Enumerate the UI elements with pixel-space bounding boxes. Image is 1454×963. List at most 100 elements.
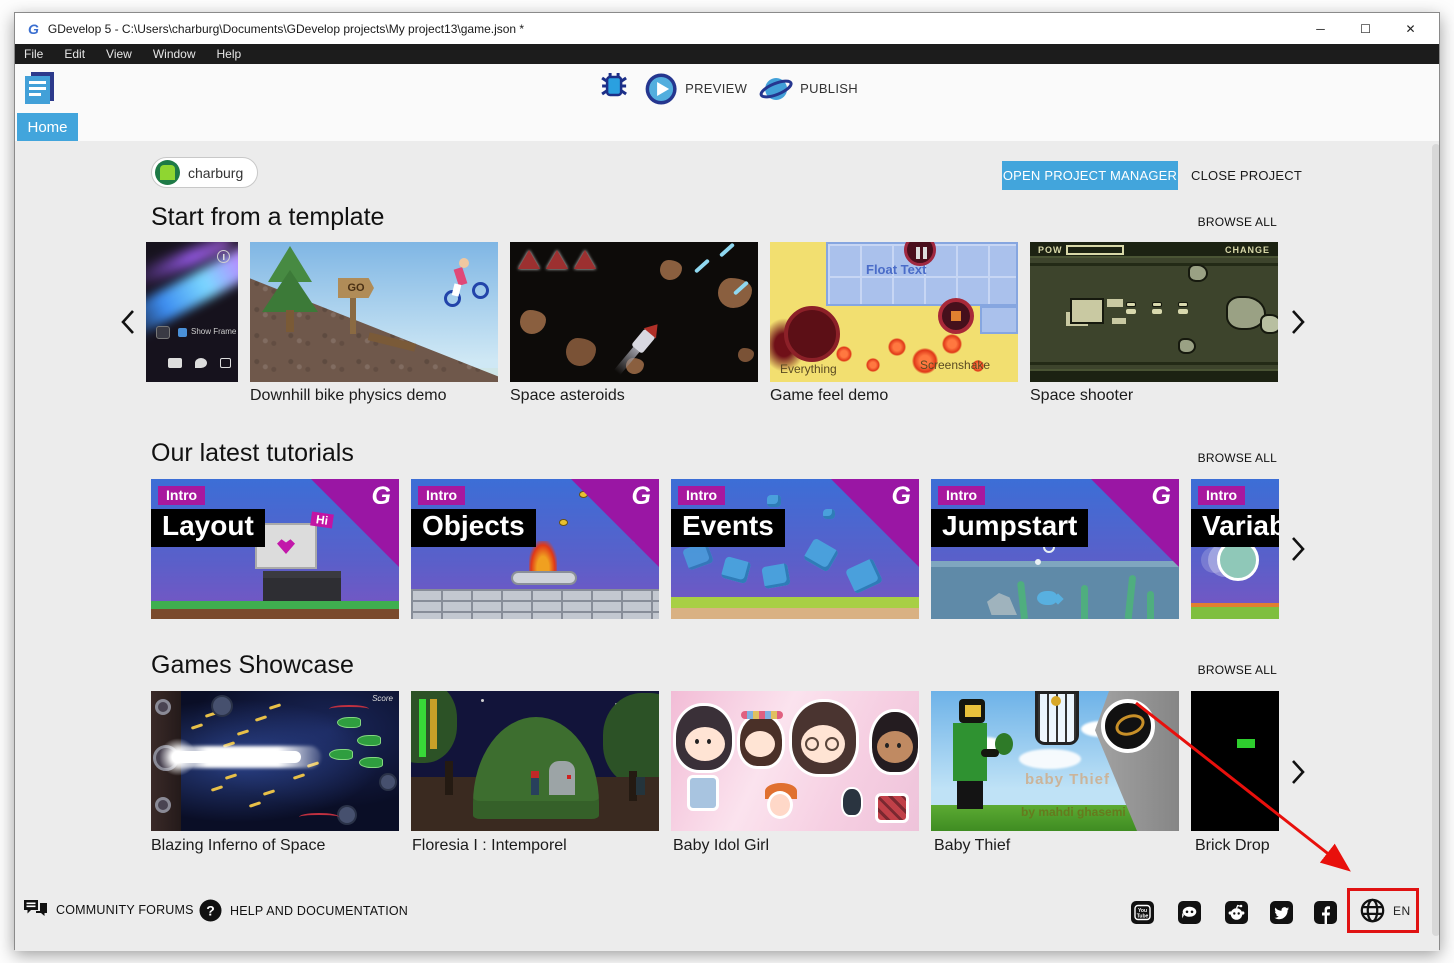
everything-label: Everything <box>780 362 837 376</box>
youtube-mini-icon[interactable] <box>168 358 182 368</box>
gdevelop-logo-letter: G <box>372 482 391 511</box>
home-page: charburg OPEN PROJECT MANAGER CLOSE PROJ… <box>15 141 1439 951</box>
toolbar: PREVIEW PUBLISH <box>15 64 1439 113</box>
penguin <box>841 787 863 817</box>
open-project-manager-button[interactable]: OPEN PROJECT MANAGER <box>1002 161 1178 190</box>
card-caption: Game feel demo <box>770 387 888 405</box>
score-hud-label: Score <box>372 694 393 703</box>
screenshake-label: Screenshake <box>920 358 990 372</box>
chevron-right-icon[interactable] <box>1291 309 1306 340</box>
menu-bar: File Edit View Window Help <box>15 44 1439 64</box>
question-icon: ? <box>199 899 222 922</box>
app-window: G GDevelop 5 - C:\Users\charburg\Documen… <box>14 12 1440 950</box>
template-card-partial[interactable]: Show Frame <box>146 242 238 382</box>
window-title: GDevelop 5 - C:\Users\charburg\Documents… <box>48 22 524 36</box>
community-forums-button[interactable]: COMMUNITY FORUMS <box>23 899 194 921</box>
discord-icon[interactable] <box>1178 901 1201 929</box>
tab-bar: Home <box>15 113 1439 141</box>
card-caption: Blazing Inferno of Space <box>151 837 325 855</box>
menu-edit[interactable]: Edit <box>64 47 85 61</box>
showcase-card-baby-idol[interactable] <box>671 691 919 831</box>
tutorial-card-layout[interactable]: Intro Layout G Hi <box>151 479 399 619</box>
maximize-icon[interactable]: ☐ <box>1343 13 1388 44</box>
card-caption: Space shooter <box>1030 387 1133 405</box>
scrollbar-thumb[interactable] <box>1432 144 1439 936</box>
annotation-red-box <box>1347 888 1419 933</box>
window-mini-icon[interactable] <box>220 358 231 368</box>
tutorial-card-jumpstart[interactable]: Intro Jumpstart G <box>931 479 1179 619</box>
tab-home[interactable]: Home <box>17 113 78 141</box>
gdevelop-app-icon: G <box>28 21 39 37</box>
go-sign: GO <box>338 278 374 298</box>
preview-button[interactable]: PREVIEW <box>644 72 747 106</box>
chevron-left-icon[interactable] <box>120 309 135 340</box>
info-icon[interactable] <box>217 250 230 263</box>
browse-all-templates[interactable]: BROWSE ALL <box>1198 215 1277 229</box>
tutorial-card-variables[interactable]: Intro Variables +1 <box>1191 479 1279 619</box>
project-manager-icon[interactable] <box>20 68 60 113</box>
showcase-card-blazing-inferno[interactable]: Score <box>151 691 399 831</box>
card-caption: Baby Thief <box>934 837 1010 855</box>
game-byline-overlay: by mahdi ghasemi <box>1021 805 1126 819</box>
svg-text:?: ? <box>206 903 215 919</box>
green-brick <box>1237 739 1255 748</box>
tutorial-card-objects[interactable]: Intro Objects G <box>411 479 659 619</box>
svg-text:Tube: Tube <box>1137 914 1149 920</box>
publish-button[interactable]: PUBLISH <box>759 72 858 106</box>
rocket <box>628 319 663 357</box>
section-title: Games Showcase <box>151 651 354 680</box>
stamina-bar <box>430 699 437 749</box>
chat-icon <box>23 899 48 921</box>
health-bar <box>419 699 426 757</box>
close-icon[interactable]: ✕ <box>1388 13 1433 44</box>
template-card-space-shooter[interactable]: POW CHANGE <box>1030 242 1278 382</box>
show-frame-checkbox[interactable] <box>178 328 187 337</box>
help-documentation-button[interactable]: ? HELP AND DOCUMENTATION <box>199 899 408 922</box>
section-title: Our latest tutorials <box>151 439 354 468</box>
menu-file[interactable]: File <box>24 47 43 61</box>
card-caption: Space asteroids <box>510 387 625 405</box>
chevron-right-icon[interactable] <box>1291 536 1306 567</box>
reddit-icon[interactable] <box>1225 901 1248 929</box>
template-card-game-feel[interactable]: Float Text Everything Screenshake <box>770 242 1018 382</box>
minimize-icon[interactable]: ─ <box>1298 13 1343 44</box>
power-bar <box>1066 245 1124 255</box>
chevron-right-icon[interactable] <box>1291 759 1306 790</box>
showcase-row: Score <box>151 691 1279 831</box>
menu-view[interactable]: View <box>106 47 132 61</box>
preview-label: PREVIEW <box>685 81 747 96</box>
menu-help[interactable]: Help <box>217 47 242 61</box>
menu-window[interactable]: Window <box>153 47 196 61</box>
browse-all-showcase[interactable]: BROWSE ALL <box>1198 663 1277 677</box>
template-card-downhill-bike[interactable]: GO <box>250 242 498 382</box>
tutorials-row: Intro Layout G Hi Intro Objects G <box>151 479 1279 619</box>
tutorial-card-events[interactable]: Intro Events G <box>671 479 919 619</box>
title-bar: G GDevelop 5 - C:\Users\charburg\Documen… <box>15 13 1439 44</box>
planet-icon <box>759 72 793 106</box>
template-card-space-asteroids[interactable] <box>510 242 758 382</box>
card-caption: Baby Idol Girl <box>673 837 769 855</box>
debugger-icon[interactable] <box>596 68 632 109</box>
game-title-overlay: baby Thief <box>1025 771 1110 788</box>
card-caption: Floresia I : Intemporel <box>412 837 567 855</box>
user-profile-chip[interactable]: charburg <box>151 157 258 188</box>
close-project-button[interactable]: CLOSE PROJECT <box>1191 168 1302 183</box>
facebook-icon[interactable] <box>1314 901 1337 929</box>
youtube-icon[interactable]: YouTube <box>1131 901 1154 929</box>
card-caption: Downhill bike physics demo <box>250 387 447 405</box>
player-ship <box>1070 298 1104 324</box>
mini-play-icon[interactable] <box>156 326 170 339</box>
browse-all-tutorials[interactable]: BROWSE ALL <box>1198 451 1277 465</box>
play-icon <box>644 72 678 106</box>
show-frame-label: Show Frame <box>191 327 236 336</box>
showcase-card-baby-thief[interactable]: baby Thief by mahdi ghasemi <box>931 691 1179 831</box>
card-caption: Brick Drop <box>1195 837 1270 855</box>
showcase-card-floresia[interactable] <box>411 691 659 831</box>
change-hud-label: CHANGE <box>1225 245 1270 255</box>
twitter-mini-icon[interactable] <box>195 358 207 368</box>
twitter-icon[interactable] <box>1270 901 1293 929</box>
float-text-label: Float Text <box>866 262 926 277</box>
templates-row: Show Frame GO <box>146 242 1280 382</box>
pow-hud-label: POW <box>1038 245 1063 255</box>
showcase-card-brick-drop[interactable] <box>1191 691 1279 831</box>
